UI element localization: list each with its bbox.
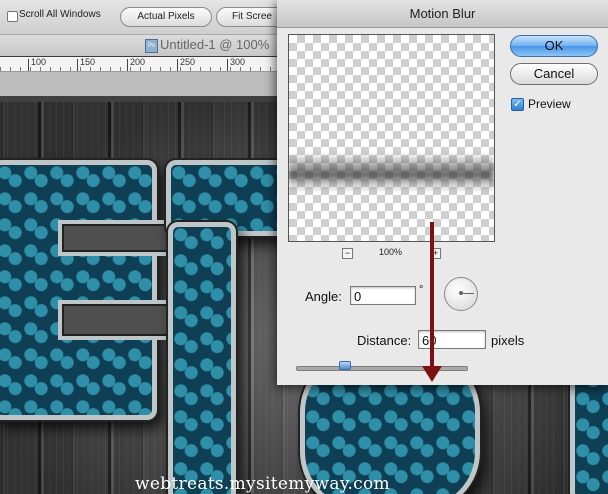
ruler-label: 150 xyxy=(80,57,96,67)
distance-slider-track[interactable] xyxy=(296,366,468,371)
angle-dial[interactable] xyxy=(444,277,478,311)
preview-label: Preview xyxy=(528,97,571,111)
annotation-arrow-head xyxy=(422,366,442,382)
preview-checkbox[interactable]: ✓ xyxy=(511,98,524,111)
motion-blur-dialog: Motion Blur − 100% + OK Cancel ✓ Preview… xyxy=(277,0,608,385)
ruler-label: 300 xyxy=(230,57,246,67)
ruler-label: 100 xyxy=(31,57,47,67)
cancel-button[interactable]: Cancel xyxy=(510,63,598,85)
filter-preview[interactable] xyxy=(288,34,495,242)
scroll-all-windows-checkbox[interactable] xyxy=(7,11,18,22)
distance-input[interactable]: 60 xyxy=(418,330,486,349)
ok-button[interactable]: OK xyxy=(510,35,598,57)
zoom-out-button[interactable]: − xyxy=(342,248,353,259)
ruler-tick xyxy=(227,59,228,71)
dialog-title[interactable]: Motion Blur xyxy=(277,0,608,28)
zoom-level: 100% xyxy=(379,247,403,257)
ruler-label: 200 xyxy=(130,57,146,67)
blur-preview-band xyxy=(289,153,494,193)
distance-unit: pixels xyxy=(491,333,525,348)
ruler-label: 250 xyxy=(180,57,196,67)
ruler-tick xyxy=(77,59,78,71)
artwork-letter-e xyxy=(0,160,157,420)
artwork-letter-t-stem xyxy=(168,222,236,494)
degree-symbol: ° xyxy=(419,284,424,296)
letter-e-cutout xyxy=(58,300,176,340)
letter-e-cutout xyxy=(58,220,176,256)
distance-label: Distance: xyxy=(357,333,412,348)
ruler-tick xyxy=(177,59,178,71)
angle-label: Angle: xyxy=(305,289,342,304)
scroll-all-windows-label: Scroll All Windows xyxy=(19,9,101,20)
ruler-tick xyxy=(28,59,29,71)
angle-dial-center xyxy=(459,291,463,295)
document-title[interactable]: Untitled-1 @ 100% xyxy=(160,37,269,52)
photoshop-doc-icon: Ps xyxy=(145,39,158,53)
annotation-arrow-shaft xyxy=(430,222,434,368)
watermark-text: webtreats.mysitemyway.com xyxy=(135,474,390,494)
ruler-tick xyxy=(127,59,128,71)
actual-pixels-button[interactable]: Actual Pixels xyxy=(120,7,212,27)
angle-input[interactable]: 0 xyxy=(350,286,416,305)
distance-slider-thumb[interactable] xyxy=(338,361,351,370)
